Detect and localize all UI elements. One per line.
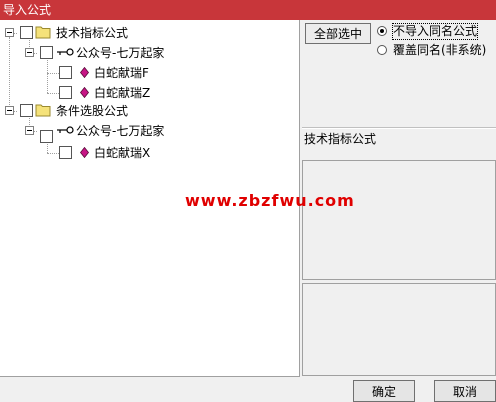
node-checkbox[interactable] (40, 46, 53, 59)
radio-overwrite-same-name[interactable]: 覆盖同名(非系统) (377, 43, 495, 59)
radio-skip-label: 不导入同名公式 (391, 23, 479, 40)
tree-node-formula[interactable]: 白蛇献瑞X (0, 144, 200, 162)
node-checkbox[interactable] (40, 130, 53, 143)
node-checkbox[interactable] (59, 146, 72, 159)
tree-node-label: 条件选股公式 (56, 104, 129, 118)
tree-node-label: 技术指标公式 (56, 26, 129, 40)
formula-icon (80, 87, 89, 98)
tree-node-group[interactable]: 公众号-七万起家 (0, 122, 200, 143)
cancel-button[interactable]: 取消 (434, 380, 496, 402)
tree-node-group[interactable]: 公众号-七万起家 (0, 44, 200, 62)
formula-icon (80, 67, 89, 78)
collapse-icon[interactable] (25, 126, 34, 135)
radio-skip-same-name[interactable]: 不导入同名公式 (377, 23, 495, 40)
formula-detail-box[interactable] (302, 283, 496, 376)
node-checkbox[interactable] (20, 26, 33, 39)
tree-node-formula[interactable]: 白蛇献瑞F (0, 64, 200, 82)
cancel-label: 取消 (452, 384, 477, 399)
key-icon (57, 126, 74, 134)
window-title: 导入公式 (3, 3, 52, 17)
collapse-icon[interactable] (5, 28, 14, 37)
watermark-text: www.zbzfwu.com (185, 191, 355, 210)
tree-node-stock-screening-formulas[interactable]: 条件选股公式 (0, 102, 200, 120)
radio-selected-icon (377, 26, 387, 36)
radio-unselected-icon (377, 45, 387, 55)
tree-node-label: 白蛇献瑞Z (94, 86, 151, 100)
title-bar: 导入公式 (0, 0, 496, 20)
node-checkbox[interactable] (59, 66, 72, 79)
collapse-icon[interactable] (5, 106, 14, 115)
formula-description-box[interactable] (302, 160, 496, 280)
ok-label: 确定 (371, 384, 396, 399)
key-icon (57, 48, 74, 56)
formula-icon (80, 147, 89, 158)
tree-node-label: 白蛇献瑞X (94, 146, 151, 160)
folder-icon (35, 104, 51, 117)
select-all-label: 全部选中 (313, 27, 362, 41)
tree-node-technical-formulas[interactable]: 技术指标公式 (0, 24, 200, 42)
tree-node-label: 白蛇献瑞F (94, 66, 149, 80)
collapse-icon[interactable] (25, 48, 34, 57)
node-checkbox[interactable] (59, 86, 72, 99)
divider (302, 128, 496, 129)
tree-node-label: 公众号-七万起家 (76, 124, 165, 138)
folder-icon (35, 26, 51, 39)
detail-section-label: 技术指标公式 (304, 132, 377, 146)
select-all-button[interactable]: 全部选中 (305, 23, 371, 44)
tree-node-formula[interactable]: 白蛇献瑞Z (0, 84, 200, 102)
node-checkbox[interactable] (20, 104, 33, 117)
ok-button[interactable]: 确定 (353, 380, 415, 402)
tree-node-label: 公众号-七万起家 (76, 46, 165, 60)
radio-overwrite-label: 覆盖同名(非系统) (393, 43, 487, 57)
